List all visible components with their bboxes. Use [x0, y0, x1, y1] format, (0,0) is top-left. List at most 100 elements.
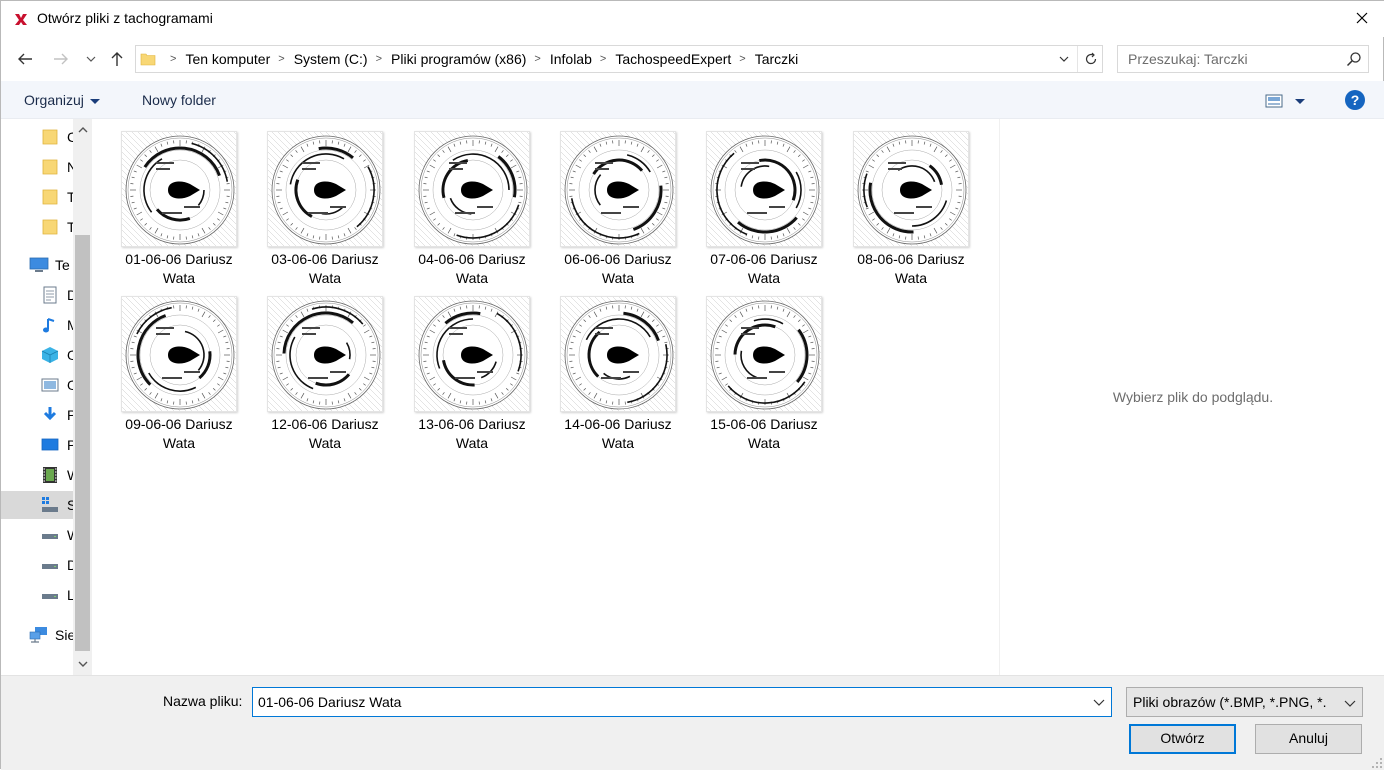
scrollbar-thumb[interactable] — [75, 235, 90, 651]
filename-dropdown-button[interactable] — [1091, 694, 1107, 710]
folder-icon — [41, 158, 59, 176]
folder-icon — [140, 51, 156, 67]
back-button[interactable] — [13, 47, 37, 71]
file-item[interactable]: 01-06-06 Dariusz Wata — [114, 119, 244, 283]
open-button[interactable]: Otwórz — [1129, 724, 1236, 754]
file-item[interactable]: 09-06-06 Dariusz Wata — [114, 284, 244, 448]
filetype-select[interactable]: Pliki obrazów (*.BMP, *.PNG, *. — [1126, 687, 1363, 717]
filename-label: Nazwa pliku: — [163, 693, 242, 709]
nav-item-music[interactable]: M — [1, 311, 75, 339]
file-item[interactable]: 03-06-06 Dariusz Wata — [260, 119, 390, 283]
dialog-footer: Nazwa pliku: Pliki obrazów (*.BMP, *.PNG… — [1, 675, 1384, 770]
pictures-icon — [41, 376, 59, 394]
close-button[interactable] — [1339, 1, 1384, 35]
tachograph-disc-thumbnail — [121, 296, 237, 412]
new-folder-button[interactable]: Nowy folder — [142, 92, 216, 108]
file-item[interactable]: 12-06-06 Dariusz Wata — [260, 284, 390, 448]
filename-input[interactable] — [253, 688, 1083, 716]
3d-objects-icon — [41, 346, 59, 364]
breadcrumb-item-tarczki[interactable]: Tarczki — [755, 51, 799, 67]
organize-button[interactable]: Organizuj — [24, 92, 100, 108]
title-bar: Otwórz pliki z tachogramami — [1, 1, 1384, 37]
desktop-icon — [41, 436, 59, 454]
breadcrumb-separator-icon: > — [600, 53, 606, 65]
app-icon — [13, 11, 29, 27]
address-history-button[interactable] — [1052, 46, 1076, 72]
breadcrumb-separator-icon: > — [170, 53, 176, 65]
tachograph-disc-thumbnail — [414, 131, 530, 247]
file-item[interactable]: 06-06-06 Dariusz Wata — [553, 119, 683, 283]
search-box[interactable] — [1117, 45, 1369, 73]
help-button[interactable]: ? — [1345, 90, 1365, 110]
system-drive-icon — [41, 496, 59, 514]
breadcrumb-item-infolab[interactable]: Infolab — [550, 51, 592, 67]
nav-item-desktop[interactable]: P — [1, 431, 75, 459]
file-name: 06-06-06 Dariusz Wata — [553, 250, 683, 288]
file-item[interactable]: 13-06-06 Dariusz Wata — [407, 284, 537, 448]
nav-item-drive-d[interactable]: D — [1, 551, 75, 579]
search-input[interactable] — [1118, 46, 1338, 72]
filetype-dropdown-icon — [1342, 695, 1358, 711]
breadcrumb-item-system-drive[interactable]: System (C:) — [294, 51, 368, 67]
search-icon[interactable] — [1346, 51, 1362, 67]
breadcrumb-item-computer[interactable]: Ten komputer — [185, 51, 270, 67]
nav-item-downloads[interactable]: P — [1, 401, 75, 429]
scroll-down-button[interactable] — [73, 655, 92, 673]
recent-locations-button[interactable] — [81, 47, 101, 71]
tachograph-disc-thumbnail — [267, 296, 383, 412]
breadcrumb-separator-icon: > — [739, 53, 745, 65]
file-item[interactable]: 04-06-06 Dariusz Wata — [407, 119, 537, 283]
resize-grip-icon[interactable] — [1371, 756, 1383, 768]
forward-button[interactable] — [49, 47, 73, 71]
nav-item-documents[interactable]: D — [1, 281, 75, 309]
documents-icon — [41, 286, 59, 304]
address-bar[interactable]: > Ten komputer > System (C:) > Pliki pro… — [135, 45, 1103, 73]
nav-item-folder-1[interactable]: C — [1, 123, 75, 151]
file-list: 01-06-06 Dariusz Wata 03-06-06 Dariusz W… — [93, 119, 999, 675]
computer-icon — [29, 256, 47, 274]
file-item[interactable]: 07-06-06 Dariusz Wata — [699, 119, 829, 283]
file-name: 09-06-06 Dariusz Wata — [114, 415, 244, 453]
nav-item-folder-3[interactable]: T — [1, 183, 75, 211]
tachograph-disc-thumbnail — [560, 296, 676, 412]
close-icon — [1356, 12, 1368, 24]
nav-item-pictures[interactable]: O — [1, 371, 75, 399]
tachograph-disc-thumbnail — [267, 131, 383, 247]
folder-icon — [41, 128, 59, 146]
nav-item-folder-2[interactable]: N — [1, 153, 75, 181]
cancel-button[interactable]: Anuluj — [1255, 724, 1362, 754]
file-name: 14-06-06 Dariusz Wata — [553, 415, 683, 453]
downloads-icon — [41, 406, 59, 424]
file-name: 03-06-06 Dariusz Wata — [260, 250, 390, 288]
file-item[interactable]: 15-06-06 Dariusz Wata — [699, 284, 829, 448]
drive-icon — [41, 526, 59, 544]
file-item[interactable]: 14-06-06 Dariusz Wata — [553, 284, 683, 448]
filename-combobox[interactable] — [252, 687, 1112, 717]
change-view-button[interactable] — [1265, 91, 1309, 111]
nav-item-network[interactable]: Sie — [1, 621, 75, 649]
open-file-dialog: Otwórz pliki z tachogramami — [0, 0, 1384, 769]
nav-item-drive-l[interactable]: L — [1, 581, 75, 609]
nav-item-drive-w[interactable]: W — [1, 521, 75, 549]
nav-item-system-drive[interactable]: S — [1, 491, 75, 519]
folder-icon — [41, 188, 59, 206]
up-button[interactable] — [105, 47, 129, 71]
nav-item-this-pc[interactable]: Te — [1, 251, 75, 279]
navigation-scrollbar[interactable] — [73, 119, 92, 675]
chevron-down-icon — [1058, 53, 1070, 65]
nav-item-folder-4[interactable]: T — [1, 213, 75, 241]
tachograph-disc-thumbnail — [121, 131, 237, 247]
file-name: 15-06-06 Dariusz Wata — [699, 415, 829, 453]
file-item[interactable]: 08-06-06 Dariusz Wata — [846, 119, 976, 283]
nav-item-3d-objects[interactable]: O — [1, 341, 75, 369]
breadcrumb-item-program-files[interactable]: Pliki programów (x86) — [391, 51, 526, 67]
file-name: 01-06-06 Dariusz Wata — [114, 250, 244, 288]
refresh-button[interactable] — [1077, 46, 1103, 72]
videos-icon — [41, 466, 59, 484]
nav-item-videos[interactable]: W — [1, 461, 75, 489]
arrow-up-icon — [109, 51, 125, 67]
breadcrumb-item-tachospeedexpert[interactable]: TachospeedExpert — [615, 51, 731, 67]
tachograph-disc-thumbnail — [853, 131, 969, 247]
view-options-icon — [1265, 94, 1283, 108]
scroll-up-button[interactable] — [73, 121, 92, 139]
